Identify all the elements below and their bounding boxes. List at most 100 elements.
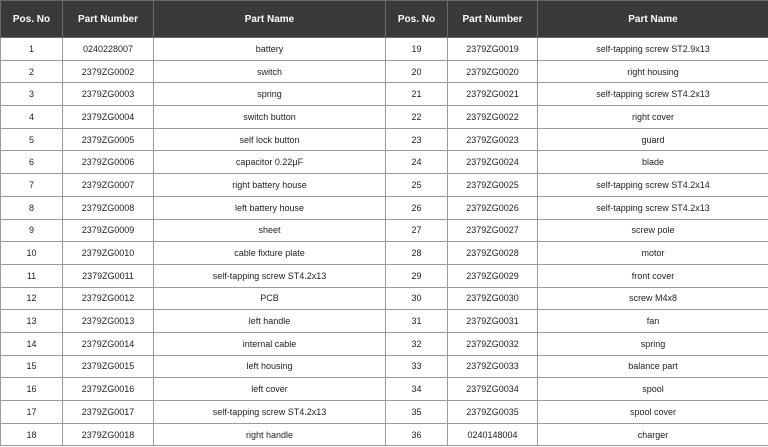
table-row: 4 2379ZG0004 switch button 22 2379ZG0022 righ…: [0, 105, 768, 129]
cell-part-name-right: right housing: [537, 59, 768, 84]
cell-pos-no-right: 33: [385, 354, 448, 379]
cell-pos-no-right: 20: [385, 59, 448, 84]
cell-pos-no-left: 17: [0, 400, 63, 424]
cell-part-number-right: 2379ZG0029: [447, 263, 538, 288]
cell-part-number-left: 2379ZG0004: [62, 105, 154, 129]
cell-pos-no-right: 22: [385, 105, 448, 129]
cell-pos-no-left: 11: [0, 263, 63, 288]
cell-part-name-right: guard: [537, 127, 768, 152]
table-row: 2 2379ZG0002 switch 20 2379ZG0020 right housi…: [0, 59, 768, 84]
cell-part-name-left: switch button: [153, 105, 386, 129]
cell-pos-no-left: 13: [0, 309, 63, 333]
cell-part-name-right: charger: [537, 422, 768, 447]
cell-pos-no-right: 19: [385, 37, 448, 61]
cell-pos-no-right: 35: [385, 400, 448, 424]
header-part-name-right: Part Name: [537, 0, 768, 38]
cell-part-number-right: 2379ZG0021: [447, 82, 538, 107]
cell-pos-no-right: 34: [385, 377, 448, 401]
cell-pos-no-left: 16: [0, 377, 63, 401]
cell-part-name-left: left cover: [153, 377, 386, 401]
table-row: 10 2379ZG0010 cable fixture plate 28 2379ZG0…: [0, 241, 768, 265]
cell-part-name-right: motor: [537, 241, 768, 265]
table-row: 11 2379ZG0011 self-tapping screw ST4.2x13 2…: [0, 263, 768, 288]
cell-pos-no-right: 23: [385, 127, 448, 152]
cell-part-name-right: balance part: [537, 354, 768, 379]
header-part-number-right: Part Number: [447, 0, 538, 38]
cell-part-number-left: 2379ZG0005: [62, 127, 154, 152]
cell-pos-no-left: 2: [0, 59, 63, 84]
parts-list: Pos. No Part Number Part Name Pos. No Pa…: [0, 0, 768, 447]
table-row: 16 2379ZG0016 left cover 34 2379ZG0034 spool: [0, 377, 768, 401]
cell-pos-no-left: 7: [0, 173, 63, 197]
cell-pos-no-left: 4: [0, 105, 63, 129]
cell-pos-no-right: 31: [385, 309, 448, 333]
table-row: 3 2379ZG0003 spring 21 2379ZG0021 self-tappin…: [0, 82, 768, 107]
table-row: 14 2379ZG0014 internal cable 32 2379ZG0032 sp…: [0, 331, 768, 356]
cell-part-name-left: cable fixture plate: [153, 241, 386, 265]
cell-part-number-right: 2379ZG0024: [447, 150, 538, 175]
table-row: 17 2379ZG0017 self-tapping screw ST4.2x13 3…: [0, 400, 768, 424]
header-pos-no-right: Pos. No: [385, 0, 448, 38]
table-row: 12 2379ZG0012 PCB 30 2379ZG0030 screw M4x8: [0, 286, 768, 311]
cell-part-number-left: 2379ZG0017: [62, 400, 154, 424]
table-row: 13 2379ZG0013 left handle 31 2379ZG0031 fan: [0, 309, 768, 333]
cell-pos-no-right: 30: [385, 286, 448, 311]
table-row: 18 2379ZG0018 right handle 36 0240148004 char…: [0, 422, 768, 447]
cell-part-name-left: internal cable: [153, 331, 386, 356]
cell-part-name-right: self-tapping screw ST4.2x14: [537, 173, 768, 197]
cell-pos-no-right: 25: [385, 173, 448, 197]
cell-part-name-left: switch: [153, 59, 386, 84]
cell-part-name-left: left housing: [153, 354, 386, 379]
cell-part-name-left: sheet: [153, 218, 386, 243]
cell-part-name-right: self-tapping screw ST4.2x13: [537, 82, 768, 107]
table-row: 1 0240228007 battery 19 2379ZG0019 self-tappi…: [0, 37, 768, 61]
cell-part-name-right: spool cover: [537, 400, 768, 424]
cell-part-number-left: 2379ZG0013: [62, 309, 154, 333]
cell-part-number-right: 2379ZG0022: [447, 105, 538, 129]
cell-part-number-left: 2379ZG0009: [62, 218, 154, 243]
table-row: 9 2379ZG0009 sheet 27 2379ZG0027 screw pole: [0, 218, 768, 243]
cell-part-name-right: screw M4x8: [537, 286, 768, 311]
table-row: 6 2379ZG0006 capacitor 0.22μF 24 2379ZG0024 b…: [0, 150, 768, 175]
header-pos-no-left: Pos. No: [0, 0, 63, 38]
table-row: 15 2379ZG0015 left housing 33 2379ZG0033 bala…: [0, 354, 768, 379]
cell-pos-no-right: 24: [385, 150, 448, 175]
cell-pos-no-left: 15: [0, 354, 63, 379]
cell-part-number-right: 2379ZG0033: [447, 354, 538, 379]
header-part-name-left: Part Name: [153, 0, 386, 38]
cell-part-number-left: 2379ZG0016: [62, 377, 154, 401]
cell-pos-no-left: 14: [0, 331, 63, 356]
cell-part-name-right: right cover: [537, 105, 768, 129]
cell-part-number-left: 0240228007: [62, 37, 154, 61]
cell-part-name-left: spring: [153, 82, 386, 107]
cell-part-name-left: battery: [153, 37, 386, 61]
cell-pos-no-left: 8: [0, 195, 63, 220]
cell-pos-no-left: 3: [0, 82, 63, 107]
cell-part-name-left: self-tapping screw ST4.2x13: [153, 400, 386, 424]
cell-part-name-right: blade: [537, 150, 768, 175]
cell-part-number-left: 2379ZG0007: [62, 173, 154, 197]
cell-part-name-right: front cover: [537, 263, 768, 288]
table-row: 7 2379ZG0007 right battery house 25 2379ZG00…: [0, 173, 768, 197]
cell-part-name-left: right handle: [153, 422, 386, 447]
cell-pos-no-right: 26: [385, 195, 448, 220]
cell-pos-no-right: 28: [385, 241, 448, 265]
cell-part-number-left: 2379ZG0008: [62, 195, 154, 220]
cell-pos-no-left: 12: [0, 286, 63, 311]
cell-part-number-right: 2379ZG0027: [447, 218, 538, 243]
cell-part-number-right: 2379ZG0035: [447, 400, 538, 424]
cell-pos-no-right: 32: [385, 331, 448, 356]
cell-part-name-left: self lock button: [153, 127, 386, 152]
cell-part-number-left: 2379ZG0003: [62, 82, 154, 107]
cell-pos-no-left: 10: [0, 241, 63, 265]
cell-part-number-right: 2379ZG0028: [447, 241, 538, 265]
cell-part-number-left: 2379ZG0010: [62, 241, 154, 265]
cell-part-name-left: self-tapping screw ST4.2x13: [153, 263, 386, 288]
cell-pos-no-left: 1: [0, 37, 63, 61]
cell-pos-no-left: 18: [0, 422, 63, 447]
cell-pos-no-left: 5: [0, 127, 63, 152]
table-row: 5 2379ZG0005 self lock button 23 2379ZG0023 g…: [0, 127, 768, 152]
cell-pos-no-right: 29: [385, 263, 448, 288]
cell-part-number-right: 2379ZG0019: [447, 37, 538, 61]
cell-pos-no-right: 27: [385, 218, 448, 243]
